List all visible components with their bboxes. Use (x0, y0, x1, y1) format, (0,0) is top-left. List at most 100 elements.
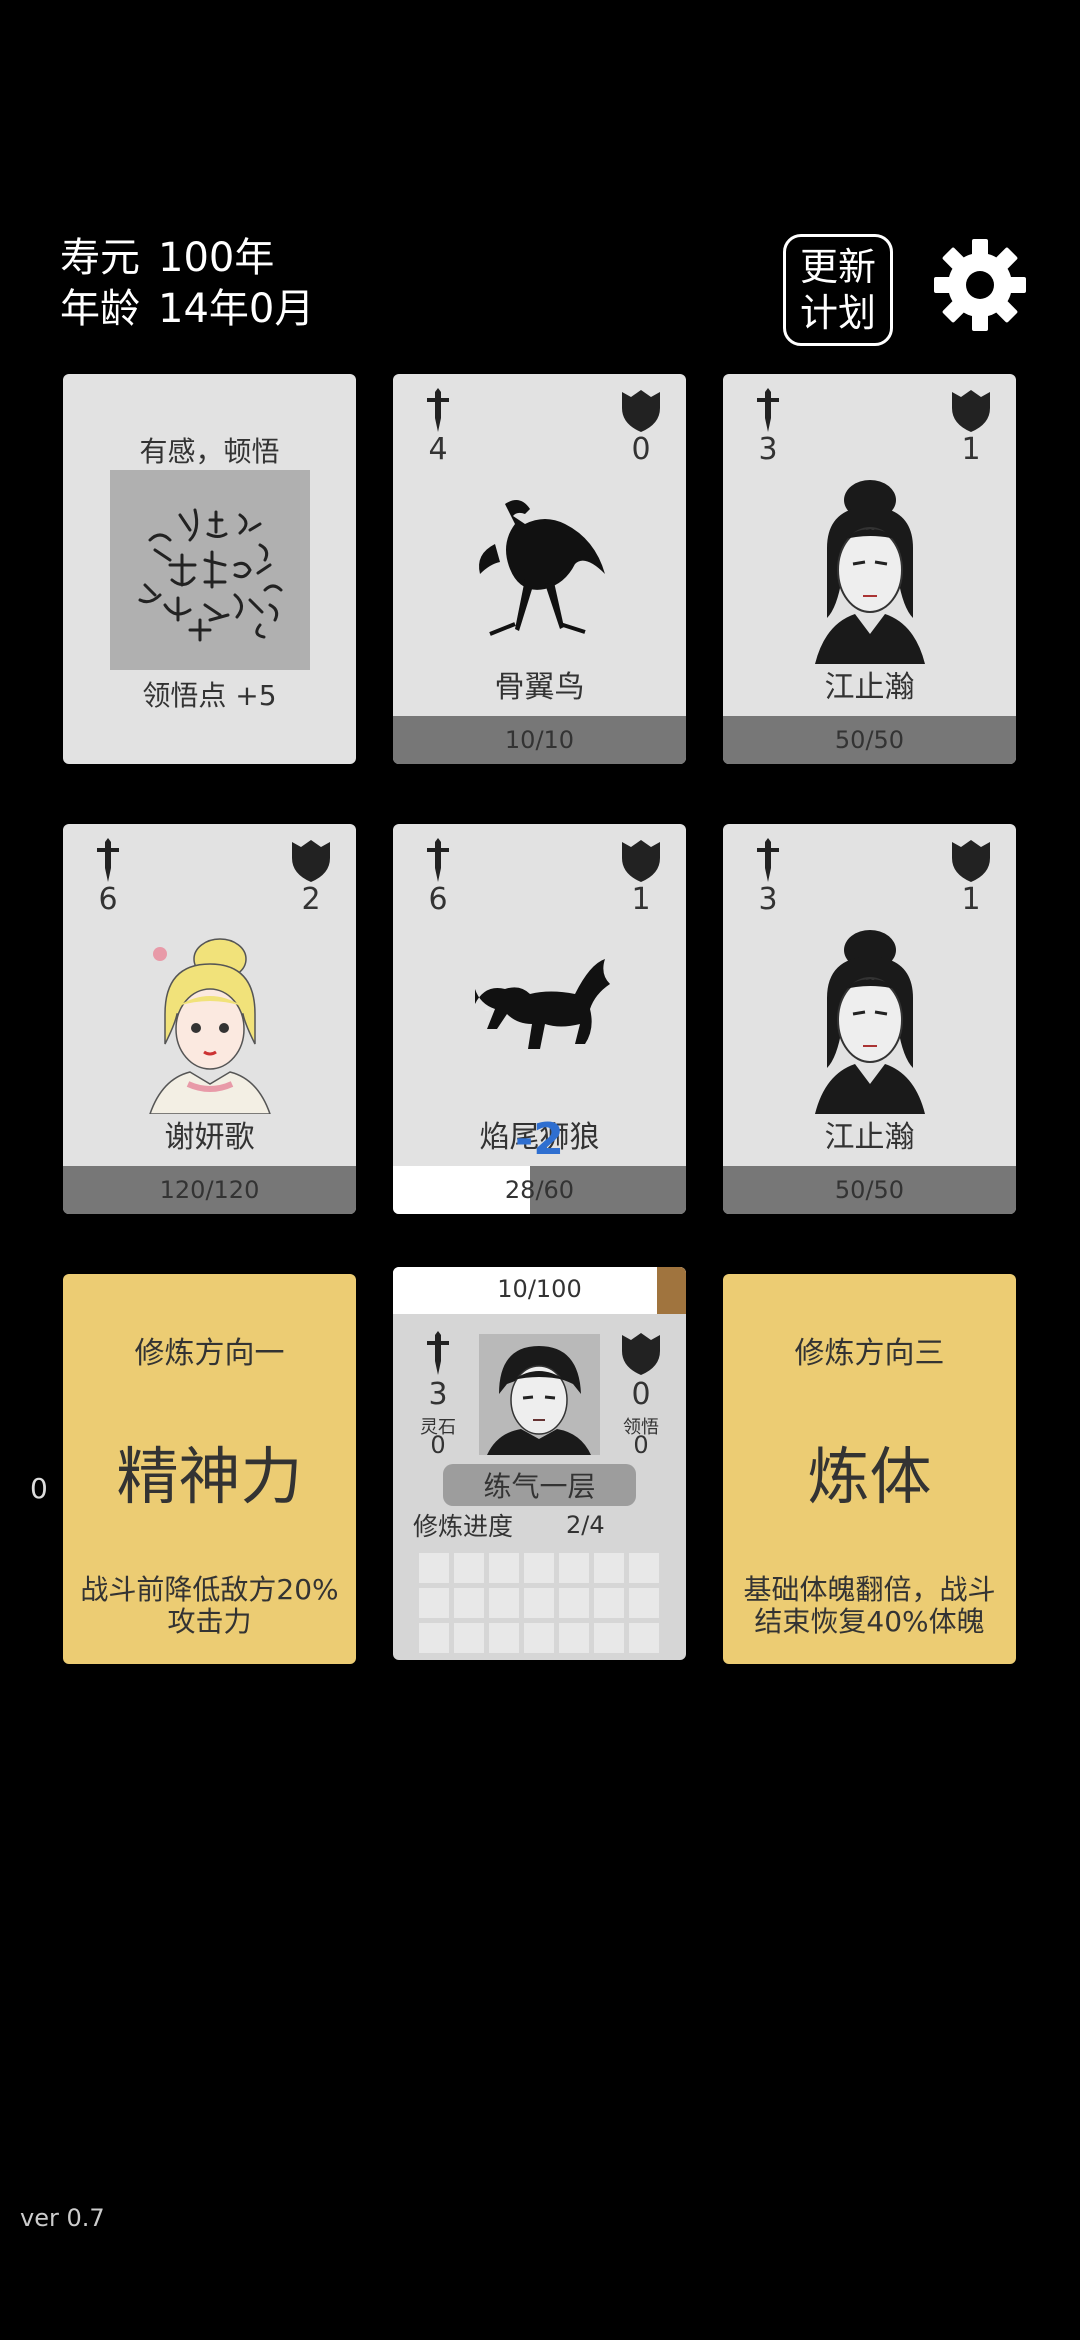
direction-desc: 基础体魄翻倍，战斗 结束恢复40%体魄 (723, 1574, 1016, 1638)
grid-cell (594, 1553, 624, 1583)
bone-wing-bird-image (478, 500, 605, 636)
grid-cell (524, 1553, 554, 1583)
grid-cell (559, 1588, 589, 1618)
grid-cell (454, 1553, 484, 1583)
sword-icon (757, 838, 779, 882)
hp-bar: 10/10 (393, 716, 686, 764)
sword-icon (427, 838, 449, 882)
attack-value: 3 (758, 882, 778, 917)
shield-icon (952, 390, 990, 432)
insight-value: 0 (633, 1431, 649, 1459)
damage-indicator: -2 (515, 1114, 564, 1165)
hp-text: 28/60 (504, 1176, 575, 1204)
direction-desc-line1: 战斗前降低敌方20% (80, 1573, 339, 1606)
ally-card[interactable]: 3 1 江止瀚 50/50 (723, 374, 1016, 764)
grid-cell (594, 1588, 624, 1618)
lifespan-row: 寿元 100年 (60, 234, 292, 282)
defense-value: 0 (631, 432, 651, 467)
defense-value: 1 (631, 882, 651, 917)
hp-text: 50/50 (834, 726, 905, 754)
hp-text: 120/120 (159, 1176, 260, 1204)
grid-cell (489, 1588, 519, 1618)
grid-cell (559, 1623, 589, 1653)
grid-cell (629, 1553, 659, 1583)
defense-value: 2 (301, 882, 321, 917)
ally-card[interactable]: 3 1 江止瀚 50/50 (723, 824, 1016, 1214)
attack-value: 6 (428, 882, 448, 917)
cultivation-grid (419, 1553, 659, 1653)
direction-title: 修炼方向一 (134, 1336, 285, 1371)
hp-text: 10/10 (504, 726, 575, 754)
player-portrait (479, 1334, 600, 1455)
grid-cell (419, 1553, 449, 1583)
lifespan-value: 100年 (158, 235, 275, 281)
direction-title: 修炼方向三 (794, 1336, 945, 1371)
grid-cell (454, 1623, 484, 1653)
side-counter: 0 (30, 1472, 48, 1505)
sword-icon (97, 838, 119, 882)
exp-bar: 10/100 (393, 1267, 686, 1314)
grid-cell (419, 1588, 449, 1618)
card-name: 江止瀚 (824, 1120, 915, 1155)
card-name: 骨翼鸟 (494, 670, 585, 705)
cultivation-direction-card[interactable]: 修炼方向三 炼体 基础体魄翻倍，战斗 结束恢复40%体魄 (723, 1274, 1016, 1664)
grid-cell (524, 1588, 554, 1618)
hp-bar: 28/60 (393, 1166, 686, 1214)
grid-cell (419, 1623, 449, 1653)
version-label: ver 0.7 (20, 2204, 105, 2232)
xie-yange-portrait (148, 938, 271, 1114)
defense-value: 1 (961, 432, 981, 467)
update-plan-button[interactable]: 更新 计划 (783, 234, 893, 346)
player-card[interactable]: 10/100 3 灵石 0 0 领悟 0 练气一层 修炼进度 2/4 (393, 1267, 686, 1660)
lifespan-label: 寿元 (60, 235, 140, 281)
sword-icon (427, 1331, 449, 1375)
progress-label: 修炼进度 (413, 1512, 514, 1541)
direction-desc-line2: 结束恢复40%体魄 (754, 1605, 985, 1638)
grid-cell (629, 1588, 659, 1618)
jiang-zhihan-portrait (814, 930, 925, 1114)
direction-desc-line1: 基础体魄翻倍，战斗 (743, 1573, 996, 1606)
sword-icon (427, 388, 449, 432)
ally-card[interactable]: 6 2 谢妍歌 120/120 (63, 824, 356, 1214)
enemy-card[interactable]: 4 0 骨翼鸟 10/10 (393, 374, 686, 764)
cultivation-direction-card[interactable]: 修炼方向一 精神力 战斗前降低敌方20% 攻击力 (63, 1274, 356, 1664)
grid-cell (629, 1623, 659, 1653)
event-card[interactable]: 有感，顿悟 领悟点 +5 (63, 374, 356, 764)
direction-desc: 战斗前降低敌方20% 攻击力 (63, 1574, 356, 1638)
hp-text: 50/50 (834, 1176, 905, 1204)
grid-cell (454, 1588, 484, 1618)
direction-name: 炼体 (807, 1440, 932, 1513)
enemy-card[interactable]: 6 1 焰尾狮狼 -2 28/60 (393, 824, 686, 1214)
grid-cell (594, 1623, 624, 1653)
defense-value: 1 (961, 882, 981, 917)
hp-bar: 50/50 (723, 1166, 1016, 1214)
shield-icon (622, 840, 660, 882)
shield-icon (622, 390, 660, 432)
gear-icon[interactable] (930, 235, 1030, 335)
enlightenment-calligraphy-image (109, 470, 310, 670)
card-name: 江止瀚 (824, 670, 915, 705)
update-button-line2: 计划 (799, 291, 876, 335)
card-name: 谢妍歌 (164, 1120, 255, 1155)
direction-desc-line2: 攻击力 (167, 1605, 252, 1638)
attack-value: 3 (758, 432, 778, 467)
progress-value: 2/4 (566, 1511, 605, 1539)
shield-icon (622, 1333, 660, 1375)
defense-value: 0 (631, 1377, 651, 1412)
shield-icon (952, 840, 990, 882)
age-row: 年龄 14年0月 (60, 285, 332, 333)
update-button-line1: 更新 (799, 245, 876, 289)
jiang-zhihan-portrait (814, 480, 925, 664)
grid-cell (489, 1553, 519, 1583)
flame-tail-lion-wolf-image (474, 959, 610, 1049)
direction-name: 精神力 (116, 1440, 303, 1513)
hp-bar: 120/120 (63, 1166, 356, 1214)
age-value: 14年0月 (158, 286, 315, 332)
grid-cell (489, 1623, 519, 1653)
grid-cell (524, 1623, 554, 1653)
grid-cell (559, 1553, 589, 1583)
attack-value: 3 (428, 1377, 448, 1412)
sword-icon (757, 388, 779, 432)
spirit-stone-value: 0 (430, 1431, 446, 1459)
event-title: 有感，顿悟 (139, 435, 280, 468)
